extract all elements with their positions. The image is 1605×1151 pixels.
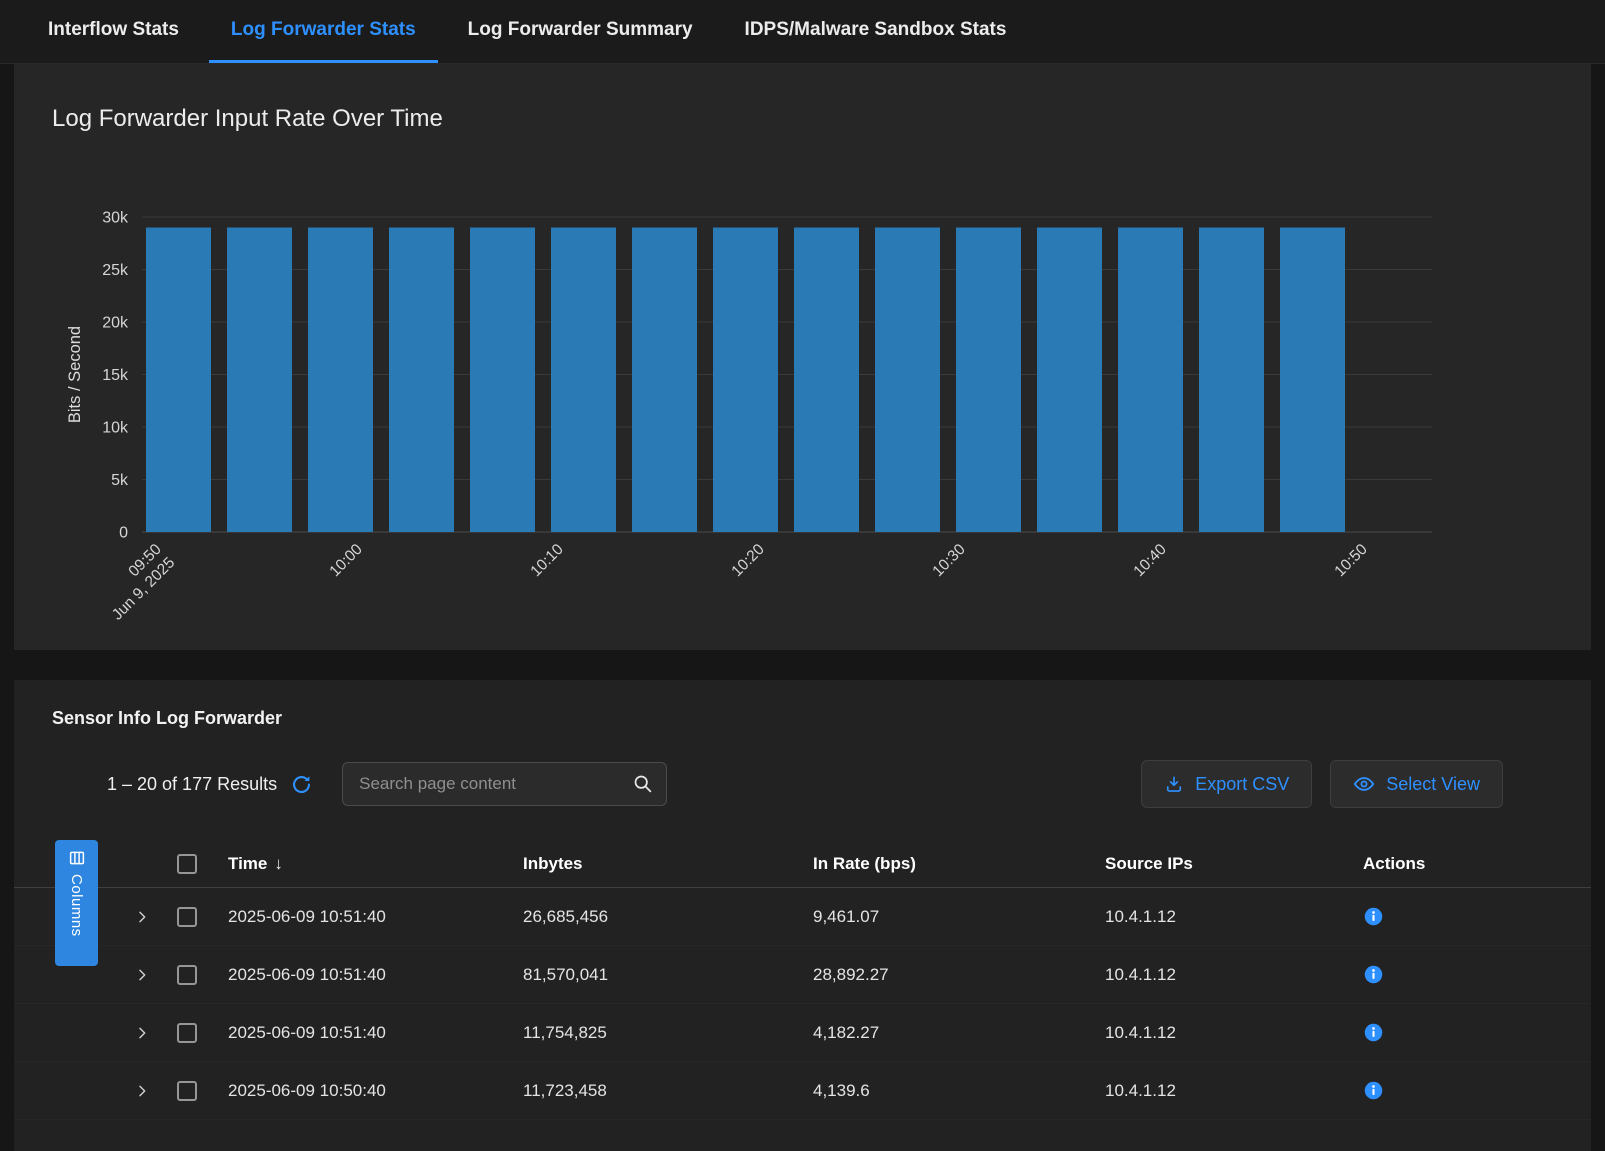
chart-bar — [551, 228, 616, 533]
cell-in-rate: 4,182.27 — [799, 1023, 1091, 1043]
cell-inbytes: 26,685,456 — [509, 907, 799, 927]
y-tick-label: 10k — [102, 420, 129, 437]
y-axis-title: Bits / Second — [66, 326, 84, 423]
row-checkbox[interactable] — [177, 1023, 197, 1043]
chart-bar — [227, 228, 292, 533]
cell-source-ips: 10.4.1.12 — [1091, 1023, 1349, 1043]
columns-grid-icon — [68, 849, 86, 867]
row-checkbox[interactable] — [177, 907, 197, 927]
tab-bar: Interflow Stats Log Forwarder Stats Log … — [0, 0, 1605, 64]
export-csv-button[interactable]: Export CSV — [1141, 760, 1312, 808]
chart-bar — [1118, 228, 1183, 533]
cell-source-ips: 10.4.1.12 — [1091, 1081, 1349, 1101]
chart-bar — [1037, 228, 1102, 533]
x-tick-label: 10:40 — [1130, 541, 1170, 581]
chart-bar — [1199, 228, 1264, 533]
chart-bar — [389, 228, 454, 533]
cell-time: 2025-06-09 10:51:40 — [214, 1023, 509, 1043]
expand-row-button[interactable] — [132, 907, 160, 927]
chart-bar — [875, 228, 940, 533]
select-view-label: Select View — [1386, 774, 1480, 795]
table-title: Sensor Info Log Forwarder — [52, 706, 1591, 730]
cell-source-ips: 10.4.1.12 — [1091, 907, 1349, 927]
table-area: Columns Time ↓ Inbytes In Rate (bps) Sou… — [14, 840, 1591, 1120]
table-row: 2025-06-09 10:51:40 81,570,041 28,892.27… — [14, 946, 1591, 1004]
table-row: 2025-06-09 10:51:40 11,754,825 4,182.27 … — [14, 1004, 1591, 1062]
y-tick-label: 15k — [102, 367, 129, 384]
chart-bar — [632, 228, 697, 533]
expand-row-button[interactable] — [132, 965, 160, 985]
tab-log-forwarder-summary[interactable]: Log Forwarder Summary — [446, 0, 715, 63]
x-tick-label: 10:20 — [728, 541, 768, 581]
y-tick-label: 30k — [102, 210, 129, 227]
cell-inbytes: 11,754,825 — [509, 1023, 799, 1043]
x-tick-label: 10:30 — [929, 541, 969, 581]
table-row: 2025-06-09 10:50:40 11,723,458 4,139.6 1… — [14, 1062, 1591, 1120]
cell-in-rate: 28,892.27 — [799, 965, 1091, 985]
chart-bar — [470, 228, 535, 533]
columns-button[interactable]: Columns — [55, 840, 98, 966]
cell-time: 2025-06-09 10:51:40 — [214, 907, 509, 927]
header-time-label: Time — [228, 854, 267, 874]
sensor-info-panel: Sensor Info Log Forwarder 1 – 20 of 177 … — [14, 680, 1591, 1151]
export-csv-label: Export CSV — [1195, 774, 1289, 795]
header-source-ips[interactable]: Source IPs — [1091, 854, 1349, 874]
x-tick-label: 10:10 — [527, 541, 567, 581]
download-icon — [1164, 774, 1184, 794]
row-checkbox[interactable] — [177, 1081, 197, 1101]
results-text: 1 – 20 of 177 Results — [107, 774, 277, 795]
cell-in-rate: 9,461.07 — [799, 907, 1091, 927]
tab-interflow-stats[interactable]: Interflow Stats — [26, 0, 201, 63]
tab-idps-malware-sandbox-stats[interactable]: IDPS/Malware Sandbox Stats — [723, 0, 1029, 63]
cell-inbytes: 11,723,458 — [509, 1081, 799, 1101]
cell-source-ips: 10.4.1.12 — [1091, 965, 1349, 985]
header-inbytes[interactable]: Inbytes — [509, 854, 799, 874]
chart-bar — [794, 228, 859, 533]
tab-log-forwarder-stats[interactable]: Log Forwarder Stats — [209, 0, 438, 63]
header-time[interactable]: Time ↓ — [214, 854, 509, 874]
input-rate-chart: 0 5k 10k 15k 20k 25k 30k 09:50Jun 9, 2025 10:00 1… — [14, 199, 1591, 647]
chart-panel: Log Forwarder Input Rate Over Time 0 5k 10… — [14, 64, 1591, 650]
x-tick-label: 10:00 — [326, 541, 366, 581]
x-tick-label: 10:50 — [1331, 541, 1371, 581]
table-toolbar: 1 – 20 of 177 Results — [107, 760, 1503, 808]
info-icon[interactable] — [1363, 1022, 1384, 1043]
search-icon[interactable] — [632, 773, 653, 799]
header-actions: Actions — [1349, 854, 1489, 874]
info-icon[interactable] — [1363, 906, 1384, 927]
expand-row-button[interactable] — [132, 1081, 160, 1101]
y-tick-label: 5k — [111, 472, 129, 489]
select-view-button[interactable]: Select View — [1330, 760, 1503, 808]
row-checkbox[interactable] — [177, 965, 197, 985]
chart-bar — [146, 228, 211, 533]
chart-bar — [713, 228, 778, 533]
select-all-checkbox[interactable] — [177, 854, 197, 874]
refresh-button[interactable] — [291, 774, 312, 795]
sort-desc-icon: ↓ — [274, 854, 283, 874]
chart-bar — [956, 228, 1021, 533]
search-box — [342, 762, 667, 806]
y-tick-label: 25k — [102, 262, 129, 279]
y-tick-label: 0 — [119, 525, 128, 542]
table-header-row: Time ↓ Inbytes In Rate (bps) Source IPs … — [14, 840, 1591, 888]
chart-bar — [1280, 228, 1345, 533]
x-tick-label: 09:50Jun 9, 2025 — [96, 541, 179, 624]
cell-time: 2025-06-09 10:51:40 — [214, 965, 509, 985]
header-in-rate[interactable]: In Rate (bps) — [799, 854, 1091, 874]
table-row: 2025-06-09 10:51:40 26,685,456 9,461.07 … — [14, 888, 1591, 946]
columns-button-label: Columns — [68, 874, 85, 937]
cell-time: 2025-06-09 10:50:40 — [214, 1081, 509, 1101]
y-tick-label: 20k — [102, 315, 129, 332]
refresh-icon — [291, 774, 312, 795]
eye-icon — [1353, 773, 1375, 795]
search-input[interactable] — [342, 762, 667, 806]
expand-row-button[interactable] — [132, 1023, 160, 1043]
results-count: 1 – 20 of 177 Results — [107, 774, 312, 795]
chart-title: Log Forwarder Input Rate Over Time — [14, 64, 1591, 134]
cell-in-rate: 4,139.6 — [799, 1081, 1091, 1101]
info-icon[interactable] — [1363, 964, 1384, 985]
cell-inbytes: 81,570,041 — [509, 965, 799, 985]
chart-bar — [308, 228, 373, 533]
info-icon[interactable] — [1363, 1080, 1384, 1101]
